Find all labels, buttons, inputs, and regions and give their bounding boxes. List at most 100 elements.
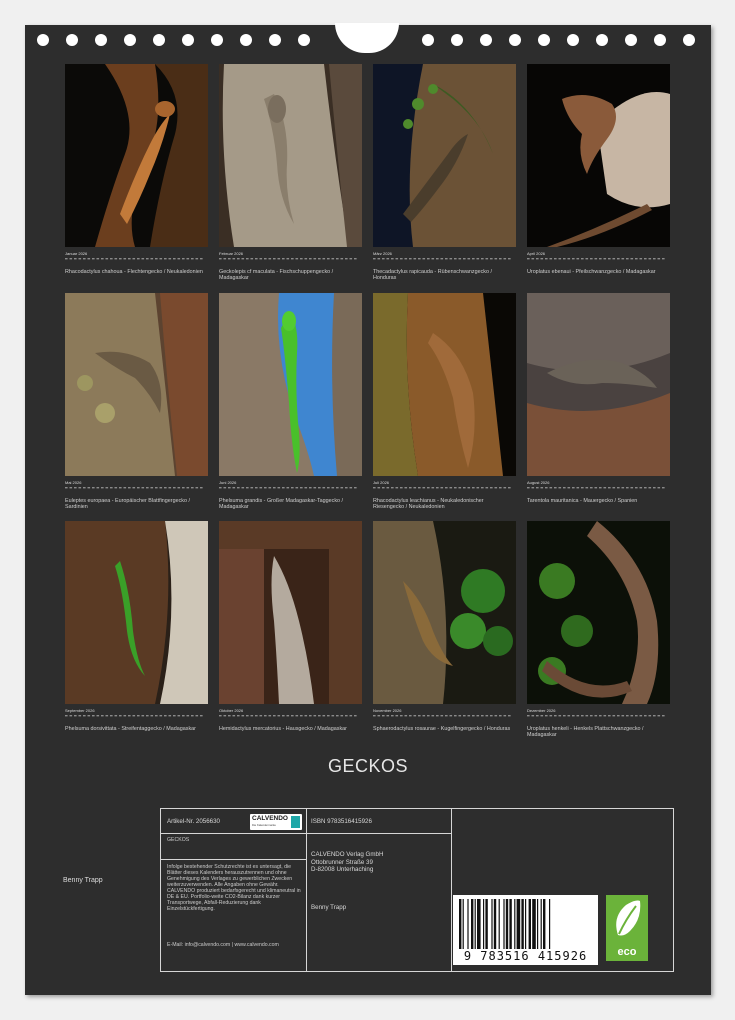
day-mark (391, 487, 394, 489)
day-mark (386, 258, 390, 260)
day-mark (250, 487, 254, 489)
day-mark (286, 258, 290, 260)
day-mark (409, 715, 412, 717)
day-mark (92, 487, 95, 489)
publisher-address: CALVENDO Verlag GmbH Ottobrunner Straße … (311, 851, 383, 874)
day-mark (241, 487, 245, 489)
gecko-photo (527, 64, 670, 247)
binding-hole (240, 34, 252, 46)
gecko-photo (373, 521, 516, 704)
day-grid (527, 714, 670, 718)
day-mark (155, 715, 158, 717)
day-mark (195, 715, 199, 717)
binding-hole (480, 34, 492, 46)
day-grid (373, 714, 516, 718)
day-mark (603, 715, 607, 717)
day-mark (345, 715, 348, 717)
day-mark (494, 258, 498, 260)
day-mark (626, 715, 629, 717)
day-mark (386, 487, 390, 489)
day-mark (309, 487, 312, 489)
article-number: Artikel-Nr. 2056630 (167, 818, 220, 825)
day-mark (65, 258, 68, 260)
day-mark (150, 715, 154, 717)
barcode-column: 9 783516 415926 eco (453, 809, 673, 971)
day-mark (268, 258, 272, 260)
day-grid (527, 486, 670, 490)
day-mark (173, 258, 176, 260)
day-mark (648, 487, 652, 489)
day-mark (427, 715, 430, 717)
day-mark (259, 715, 263, 717)
day-mark (617, 487, 620, 489)
divider (161, 833, 306, 834)
day-mark (219, 487, 222, 489)
day-mark (472, 715, 475, 717)
day-mark (304, 715, 308, 717)
day-mark (69, 487, 73, 489)
month-label: Januar 2026 (65, 251, 88, 256)
day-mark (327, 715, 330, 717)
day-mark (662, 487, 665, 489)
barcode-digits: 9 783516 415926 (463, 949, 588, 963)
day-mark (590, 715, 593, 717)
day-mark (186, 258, 190, 260)
day-mark (567, 258, 571, 260)
day-mark (476, 487, 480, 489)
day-mark (454, 715, 457, 717)
day-mark (503, 715, 507, 717)
day-mark (545, 258, 548, 260)
day-mark (128, 258, 131, 260)
day-mark (246, 487, 249, 489)
day-mark (255, 715, 258, 717)
day-mark (427, 487, 430, 489)
hanger-notch (335, 23, 399, 53)
day-mark (87, 715, 91, 717)
day-mark (549, 258, 553, 260)
gecko-photo (65, 64, 208, 247)
barcode-bar (525, 899, 527, 949)
day-mark (182, 258, 185, 260)
day-mark (563, 715, 566, 717)
day-mark (191, 487, 194, 489)
photo-caption: Phelsuma dorsivittata - Streifentaggecko… (65, 726, 196, 732)
day-mark (327, 487, 330, 489)
photo-caption: Euleptes europaea - Europäischer Blattfi… (65, 498, 190, 510)
day-mark (558, 715, 562, 717)
day-mark (545, 487, 548, 489)
binding-hole (182, 34, 194, 46)
day-grid (373, 486, 516, 490)
day-mark (331, 715, 335, 717)
day-mark (422, 487, 426, 489)
day-mark (200, 258, 203, 260)
day-mark (635, 487, 638, 489)
day-mark (626, 258, 629, 260)
day-mark (232, 715, 236, 717)
photo-caption: Hemidactylus mercatorius - Hausgecko / M… (219, 726, 347, 732)
day-mark (644, 487, 647, 489)
barcode-bar (505, 899, 509, 949)
barcode-bar (477, 899, 481, 949)
day-mark (150, 258, 154, 260)
barcode-bar (540, 899, 542, 949)
day-mark (232, 487, 236, 489)
product-title-small: GECKOS (167, 837, 190, 843)
photo-caption: Thecadactylus rapicauda - Rübenschwanzge… (373, 269, 492, 281)
day-mark (626, 487, 629, 489)
binding-hole (95, 34, 107, 46)
day-mark (137, 487, 140, 489)
day-mark (87, 258, 91, 260)
day-mark (531, 258, 535, 260)
day-mark (585, 487, 589, 489)
day-mark (608, 715, 611, 717)
day-mark (155, 258, 158, 260)
day-mark (635, 715, 638, 717)
day-mark (386, 715, 390, 717)
day-mark (119, 715, 122, 717)
calendar-back-sheet: Januar 2026 Rhacodactylus chahoua - Flec… (25, 23, 711, 995)
day-mark (228, 258, 231, 260)
barcode-bar (462, 899, 464, 949)
day-mark (576, 487, 580, 489)
day-mark (219, 715, 222, 717)
day-mark (259, 487, 263, 489)
